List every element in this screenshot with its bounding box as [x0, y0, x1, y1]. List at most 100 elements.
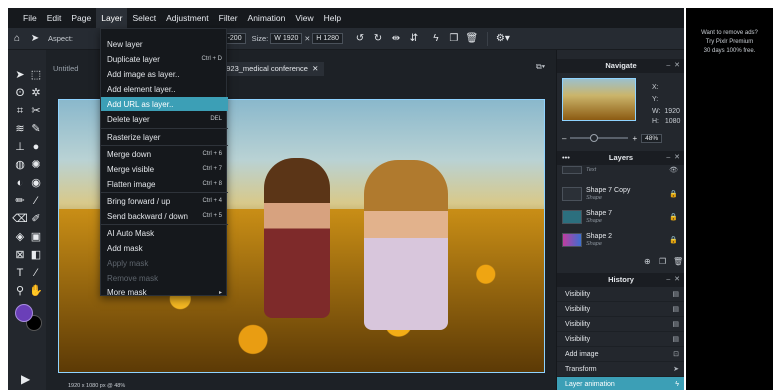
lock-icon[interactable]: 🔒 — [669, 190, 678, 198]
menu-edit[interactable]: Edit — [42, 8, 67, 28]
color-replace-tool-icon[interactable]: ◐ — [12, 175, 28, 191]
layer-item[interactable]: Shape 7 Shape 🔒 — [557, 206, 684, 228]
zoom-value[interactable]: 48% — [641, 133, 663, 143]
rotate-left-icon[interactable]: ↺ — [351, 33, 369, 44]
cutout-tool-icon[interactable]: ✂ — [28, 103, 44, 119]
heal-tool-icon[interactable]: ✎ — [28, 121, 44, 137]
wand-tool-icon[interactable]: ✲ — [28, 85, 44, 101]
shape-tool-icon[interactable]: ◧ — [28, 247, 44, 263]
magic-icon[interactable]: ϟ — [427, 33, 445, 44]
pencil-tool-icon[interactable]: ✏ — [12, 193, 28, 209]
menu-item-flatten-image[interactable]: Flatten image Ctrl + 8 — [101, 177, 228, 191]
sponge-tool-icon[interactable]: ◍ — [12, 157, 28, 173]
arrange-tool-icon[interactable]: ➤ — [12, 67, 28, 83]
dodge-tool-icon[interactable]: ✺ — [28, 157, 44, 173]
width-field[interactable]: W 1920 — [270, 33, 303, 44]
menu-item-rasterize-layer[interactable]: Rasterize layer — [101, 130, 228, 144]
history-item[interactable]: Visibility ▤ — [557, 287, 684, 302]
menu-item-ai-auto-mask[interactable]: AI Auto Mask — [101, 226, 228, 240]
menu-view[interactable]: View — [290, 8, 318, 28]
eyedropper-tool-icon[interactable]: ⁄ — [28, 265, 44, 281]
stamp-tool-icon[interactable]: ⊥ — [12, 139, 28, 155]
duplicate-layer-icon[interactable]: ❐ — [659, 257, 666, 266]
text-tool-icon[interactable]: T — [12, 265, 28, 281]
hand-tool-icon[interactable]: ✋ — [28, 283, 44, 299]
tab-untitled[interactable]: Untitled — [53, 62, 78, 76]
menu-animation[interactable]: Animation — [243, 8, 291, 28]
menu-item-send-backward[interactable]: Send backward / down Ctrl + 5 — [101, 209, 228, 223]
fill-tool-icon[interactable]: ◈ — [12, 229, 28, 245]
menu-item-bring-forward[interactable]: Bring forward / up Ctrl + 4 — [101, 194, 228, 208]
menu-item-more-mask[interactable]: More mask ▸ — [101, 285, 228, 299]
lock-icon[interactable]: 🔒 — [669, 213, 678, 221]
history-item[interactable]: Visibility ▤ — [557, 302, 684, 317]
menu-filter[interactable]: Filter — [214, 8, 243, 28]
height-field[interactable]: H 1280 — [312, 33, 343, 44]
menu-item-add-image-as-layer[interactable]: Add image as layer.. — [101, 67, 228, 81]
eraser-tool-icon[interactable]: ⌫ — [12, 211, 28, 227]
menu-item-merge-visible[interactable]: Merge visible Ctrl + 7 — [101, 162, 228, 176]
menu-file[interactable]: File — [18, 8, 42, 28]
history-item-active[interactable]: Layer animation ϟ — [557, 377, 684, 390]
menu-select[interactable]: Select — [127, 8, 161, 28]
marquee-tool-icon[interactable]: ⬚ — [28, 67, 44, 83]
lock-icon[interactable]: 🔒 — [669, 236, 678, 244]
arrange-tool-icon[interactable]: ➤ — [26, 33, 44, 44]
focus-tool-icon[interactable]: ◉ — [28, 175, 44, 191]
zoom-slider-knob[interactable] — [590, 134, 599, 142]
menu-item-add-mask[interactable]: Add mask — [101, 241, 228, 255]
menu-item-duplicate-layer[interactable]: Duplicate layer Ctrl + D — [101, 52, 228, 66]
menu-help[interactable]: Help — [319, 8, 346, 28]
layer-item[interactable]: Shape 7 Copy Shape 🔒 — [557, 183, 684, 205]
menu-separator — [101, 128, 228, 129]
delete-layer-icon[interactable]: 🗑 — [673, 257, 683, 266]
panel-controls-icon[interactable]: – ✕ — [666, 59, 680, 73]
layer-item[interactable]: Text 👁 — [557, 163, 684, 177]
zoom-out-button[interactable]: – — [562, 134, 566, 143]
ad-panel[interactable]: Want to remove ads? Try Pixlr Premium 30… — [686, 8, 773, 390]
liquify-tool-icon[interactable]: ≋ — [12, 121, 28, 137]
link-icon[interactable]: ✕ — [304, 35, 310, 43]
home-icon[interactable]: ⌂ — [8, 33, 26, 44]
menu-item-merge-down[interactable]: Merge down Ctrl + 6 — [101, 147, 228, 161]
trash-icon[interactable]: 🗑 — [463, 33, 481, 44]
primary-color-swatch[interactable] — [15, 304, 33, 322]
settings-icon[interactable]: ⚙▾ — [494, 33, 512, 44]
history-item[interactable]: Add image ⊡ — [557, 347, 684, 362]
play-icon[interactable]: ▶ — [21, 372, 30, 386]
history-item[interactable]: Visibility ▤ — [557, 317, 684, 332]
menu-layer[interactable]: Layer — [96, 8, 128, 28]
navigator-thumbnail[interactable] — [562, 78, 636, 121]
flip-vertical-icon[interactable]: ⇵ — [405, 33, 423, 44]
layer-name: Text — [586, 167, 597, 173]
tab-medical-conference[interactable]: ...923_medical conference ✕ — [214, 62, 325, 76]
menu-adjustment[interactable]: Adjustment — [161, 8, 214, 28]
canvas-view-icon[interactable]: ⧉▾ — [536, 62, 545, 72]
zoom-slider[interactable] — [570, 134, 629, 142]
duplicate-icon[interactable]: ❐ — [445, 33, 463, 44]
flip-horizontal-icon[interactable]: ⇹ — [387, 33, 405, 44]
lasso-tool-icon[interactable]: ʘ — [12, 85, 28, 101]
brush-tool-icon[interactable]: ⁄ — [28, 193, 44, 209]
gradient-tool-icon[interactable]: ▣ — [28, 229, 44, 245]
layer-item[interactable]: Shape 2 Shape 🔒 — [557, 229, 684, 251]
menu-item-add-url-as-layer[interactable]: Add URL as layer.. — [101, 97, 228, 111]
menu-item-add-element-layer[interactable]: Add element layer.. — [101, 82, 228, 96]
panel-controls-icon[interactable]: – ✕ — [666, 273, 680, 287]
add-layer-icon[interactable]: ⊕ — [644, 257, 651, 266]
drop-tool-icon[interactable]: ● — [28, 139, 44, 155]
history-item[interactable]: Visibility ▤ — [557, 332, 684, 347]
smart-brush-tool-icon[interactable]: ✐ — [28, 211, 44, 227]
zoom-in-button[interactable]: + — [632, 134, 637, 143]
rotate-right-icon[interactable]: ↻ — [369, 33, 387, 44]
history-item[interactable]: Transform ➤ — [557, 362, 684, 377]
crop-tool-icon[interactable]: ⌗ — [12, 103, 28, 119]
menu-item-new-layer[interactable]: New layer — [101, 37, 228, 51]
image-tool-icon[interactable]: ⊠ — [12, 247, 28, 263]
menu-page[interactable]: Page — [66, 8, 96, 28]
person-left — [264, 158, 330, 318]
menu-item-delete-layer[interactable]: Delete layer DEL — [101, 112, 228, 126]
visibility-icon[interactable]: 👁 — [669, 166, 678, 174]
ad-line-2: Try Pixlr Premium — [705, 39, 754, 45]
zoom-tool-icon[interactable]: ⚲ — [12, 283, 28, 299]
